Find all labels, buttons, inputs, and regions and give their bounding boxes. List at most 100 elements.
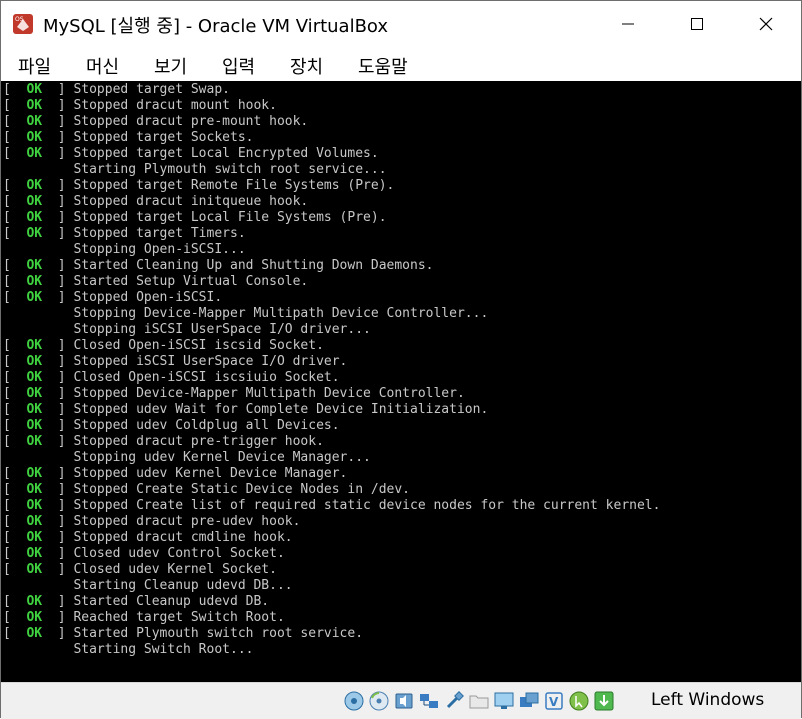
status-bracket-open: [ xyxy=(3,258,27,273)
keyboard-capture-icon[interactable] xyxy=(593,690,615,712)
ok-status: OK xyxy=(26,226,43,241)
status-bracket-open: [ xyxy=(3,546,27,561)
status-bracket-open: [ xyxy=(3,402,27,417)
status-bracket-close: ] xyxy=(42,146,74,161)
status-bracket-close: ] xyxy=(42,546,74,561)
console-line: [ OK ] Stopped udev Kernel Device Manage… xyxy=(3,466,660,482)
menu-input[interactable]: 입력 xyxy=(222,53,255,79)
console-line: [ OK ] Stopped target Local Encrypted Vo… xyxy=(3,146,660,162)
svg-text:OS: OS xyxy=(15,16,24,23)
status-bracket-close: ] xyxy=(42,386,74,401)
ok-status: OK xyxy=(26,274,43,289)
console-line-text: Stopped udev Coldplug all Devices. xyxy=(73,418,340,433)
minimize-icon xyxy=(622,23,634,25)
status-bracket-close: ] xyxy=(42,402,74,417)
maximize-icon xyxy=(691,18,703,30)
ok-status: OK xyxy=(26,114,43,129)
ok-status: OK xyxy=(26,530,43,545)
console-line-text: Reached target Switch Root. xyxy=(73,610,285,625)
console-line: Stopping Open-iSCSI... xyxy=(3,242,660,258)
ok-status: OK xyxy=(26,482,43,497)
ok-status: OK xyxy=(26,562,43,577)
ok-status: OK xyxy=(26,290,43,305)
audio-icon[interactable] xyxy=(393,690,415,712)
status-bracket-close: ] xyxy=(42,482,74,497)
status-bracket-close: ] xyxy=(42,530,74,545)
title-bar[interactable]: OS MySQL [실행 중] - Oracle VM VirtualBox xyxy=(1,1,801,47)
status-bracket-open: [ xyxy=(3,178,27,193)
minimize-button[interactable] xyxy=(605,1,651,47)
console-line: [ OK ] Stopped dracut pre-trigger hook. xyxy=(3,434,660,450)
status-bar: V Left Windows xyxy=(1,682,801,719)
status-bracket-open: [ xyxy=(3,98,27,113)
boot-log: [ OK ] Stopped target Swap.[ OK ] Stoppe… xyxy=(3,82,660,658)
console-line: [ OK ] Stopped dracut initqueue hook. xyxy=(3,194,660,210)
cpu-virtualization-icon[interactable]: V xyxy=(543,690,565,712)
ok-status: OK xyxy=(26,546,43,561)
status-bracket-close: ] xyxy=(42,98,74,113)
status-bracket-close: ] xyxy=(42,514,74,529)
optical-drive-icon[interactable] xyxy=(368,690,390,712)
status-bracket-open: [ xyxy=(3,82,27,97)
menu-devices[interactable]: 장치 xyxy=(290,53,323,79)
console-line: Stopping iSCSI UserSpace I/O driver... xyxy=(3,322,660,338)
hard-disk-icon[interactable] xyxy=(343,690,365,712)
status-bracket-open: [ xyxy=(3,530,27,545)
console-line-text: Closed Open-iSCSI iscsiuio Socket. xyxy=(73,370,340,385)
console-line-text: Started Cleaning Up and Shutting Down Da… xyxy=(73,258,434,273)
menu-help[interactable]: 도움말 xyxy=(358,53,408,79)
console-line-text: Starting Plymouth switch root service... xyxy=(73,162,387,177)
virtualbox-app-icon[interactable]: OS xyxy=(12,13,34,35)
console-line-text: Stopped udev Kernel Device Manager. xyxy=(73,466,348,481)
console-line-text: Stopped target Remote File Systems (Pre)… xyxy=(73,178,395,193)
console-line: [ OK ] Stopped target Remote File System… xyxy=(3,178,660,194)
console-line-text: Stopped target Swap. xyxy=(73,82,230,97)
device-status-icons: V xyxy=(343,688,615,714)
console-line: [ OK ] Started Plymouth switch root serv… xyxy=(3,626,660,642)
console-line: [ OK ] Closed udev Control Socket. xyxy=(3,546,660,562)
console-line: [ OK ] Closed Open-iSCSI iscsiuio Socket… xyxy=(3,370,660,386)
menu-view[interactable]: 보기 xyxy=(154,53,187,79)
status-bracket-open: [ xyxy=(3,114,27,129)
shared-folders-icon[interactable] xyxy=(468,690,490,712)
ok-status: OK xyxy=(26,386,43,401)
console-line-text: Started Cleanup udevd DB. xyxy=(73,594,270,609)
console-line-text: Stopped target Timers. xyxy=(73,226,246,241)
virtualbox-window: OS MySQL [실행 중] - Oracle VM VirtualBox 파… xyxy=(0,0,802,719)
console-line-text: Stopping iSCSI UserSpace I/O driver... xyxy=(73,322,371,337)
network-icon[interactable] xyxy=(418,690,440,712)
status-bracket-close: ] xyxy=(42,370,74,385)
close-icon xyxy=(759,17,773,31)
ok-status: OK xyxy=(26,82,43,97)
menu-file[interactable]: 파일 xyxy=(18,53,51,79)
close-button[interactable] xyxy=(743,1,789,47)
status-bracket-open: [ xyxy=(3,498,27,513)
status-bracket-open: [ xyxy=(3,562,27,577)
status-bracket-open: [ xyxy=(3,210,27,225)
status-bracket-open: [ xyxy=(3,130,27,145)
status-bracket-close: ] xyxy=(42,290,74,305)
console-line: [ OK ] Stopped dracut mount hook. xyxy=(3,98,660,114)
ok-status: OK xyxy=(26,610,43,625)
display-icon[interactable] xyxy=(493,690,515,712)
recording-icon[interactable] xyxy=(518,690,540,712)
status-bracket-close: ] xyxy=(42,338,74,353)
mouse-integration-icon[interactable] xyxy=(568,690,590,712)
status-bracket-close: ] xyxy=(42,562,74,577)
console-line-text: Stopped dracut initqueue hook. xyxy=(73,194,309,209)
menu-machine[interactable]: 머신 xyxy=(86,53,119,79)
console-line: [ OK ] Stopped target Timers. xyxy=(3,226,660,242)
console-line: Stopping udev Kernel Device Manager... xyxy=(3,450,660,466)
usb-icon[interactable] xyxy=(443,690,465,712)
status-bracket-open: [ xyxy=(3,626,27,641)
vm-console-screen[interactable]: [ OK ] Stopped target Swap.[ OK ] Stoppe… xyxy=(1,81,801,682)
console-line-text: Closed Open-iSCSI iscsid Socket. xyxy=(73,338,324,353)
console-line-text: Stopped target Local Encrypted Volumes. xyxy=(73,146,379,161)
console-line: [ OK ] Stopped udev Coldplug all Devices… xyxy=(3,418,660,434)
maximize-button[interactable] xyxy=(674,1,720,47)
status-bracket-close: ] xyxy=(42,226,74,241)
status-bracket-close: ] xyxy=(42,418,74,433)
status-bracket-open: [ xyxy=(3,482,27,497)
